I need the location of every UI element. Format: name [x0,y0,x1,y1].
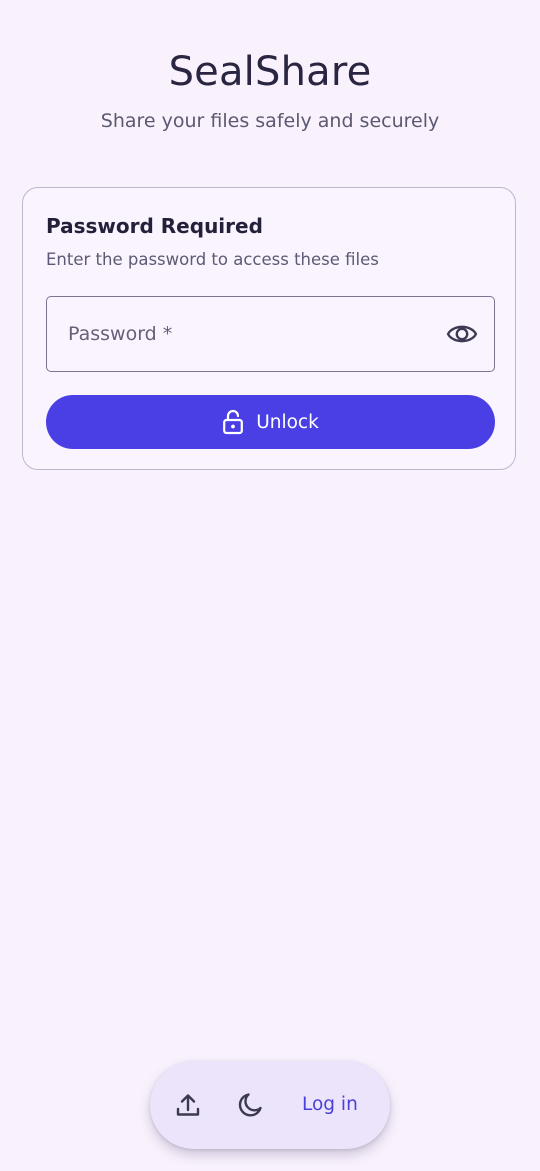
password-card: Password Required Enter the password to … [22,187,516,470]
card-description: Enter the password to access these files [46,250,379,269]
upload-icon[interactable] [172,1089,204,1121]
unlock-button-label: Unlock [256,411,319,433]
password-field[interactable] [46,296,495,372]
login-button[interactable]: Log in [302,1091,358,1119]
app-title: SealShare [168,49,372,95]
unlock-button[interactable]: Unlock [46,395,495,449]
app-header: SealShare Share your files safely and se… [0,46,540,134]
eye-icon[interactable] [446,321,478,347]
bottom-action-bar: Log in [150,1061,390,1149]
moon-icon[interactable] [234,1089,266,1121]
app-subtitle: Share your files safely and securely [100,110,440,132]
lock-open-icon [222,409,244,435]
card-title: Password Required [46,214,263,238]
password-input[interactable] [47,297,427,371]
